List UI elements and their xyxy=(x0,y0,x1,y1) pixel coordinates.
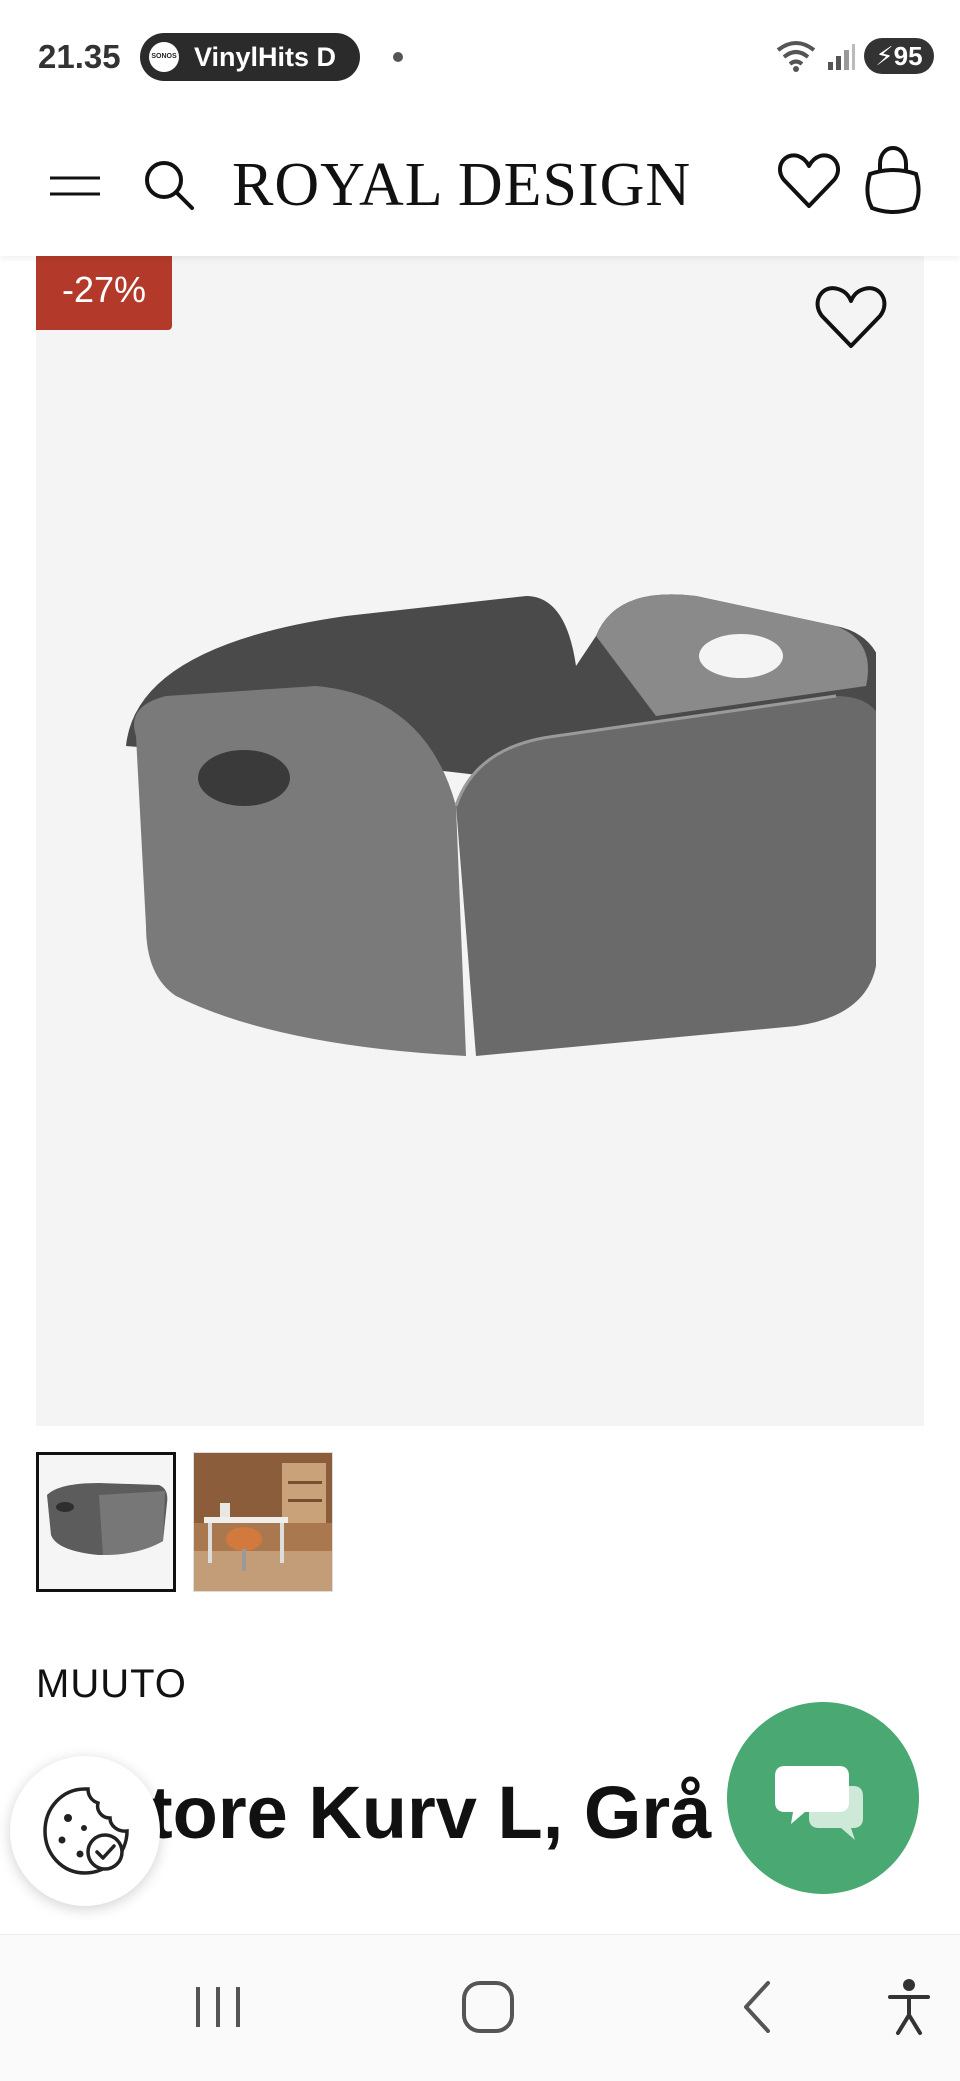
status-time: 21.35 xyxy=(38,38,121,75)
signal-icon xyxy=(828,44,855,70)
site-header: ROYAL DESIGN xyxy=(0,118,960,256)
chat-icon xyxy=(775,1766,863,1840)
home-icon[interactable] xyxy=(458,1971,518,2041)
search-icon[interactable] xyxy=(140,152,196,216)
accessibility-icon[interactable] xyxy=(884,1971,934,2041)
site-logo[interactable]: ROYAL DESIGN xyxy=(232,140,691,230)
media-title: VinylHits D xyxy=(194,42,337,72)
product-main-image[interactable]: -27% xyxy=(36,256,924,1426)
wishlist-heart-icon[interactable] xyxy=(814,282,888,352)
sonos-logo: SONOS xyxy=(149,42,179,72)
discount-badge: -27% xyxy=(36,256,172,330)
battery-level: 95 xyxy=(893,41,923,71)
cookie-icon xyxy=(43,1787,129,1875)
chat-button[interactable] xyxy=(727,1702,919,1894)
system-navigation-bar xyxy=(0,1934,960,2081)
media-notification-pill[interactable]: SONOS VinylHits D xyxy=(140,33,360,81)
status-bar: 21.35 SONOS VinylHits D ⚡95 xyxy=(0,0,960,118)
basket-product-illustration xyxy=(126,594,876,1056)
thumbnail-room-scene[interactable] xyxy=(193,1452,333,1592)
heart-icon[interactable] xyxy=(776,148,842,214)
wifi-icon xyxy=(776,41,816,72)
product-brand[interactable]: MUUTO xyxy=(36,1662,187,1707)
cookie-settings-button[interactable] xyxy=(10,1756,160,1906)
basket-thumbnail-icon xyxy=(39,1455,173,1589)
product-title: tore Kurv L, Grå xyxy=(148,1771,712,1854)
notification-dot-icon xyxy=(393,52,403,62)
thumbnail-basket[interactable] xyxy=(36,1452,176,1592)
room-scene-thumbnail-icon xyxy=(194,1453,332,1591)
menu-icon[interactable] xyxy=(48,162,102,212)
shopping-bag-icon[interactable] xyxy=(862,144,924,216)
back-icon[interactable] xyxy=(732,1971,782,2041)
recent-apps-icon[interactable] xyxy=(190,1971,246,2041)
battery-icon: ⚡95 xyxy=(864,38,934,74)
